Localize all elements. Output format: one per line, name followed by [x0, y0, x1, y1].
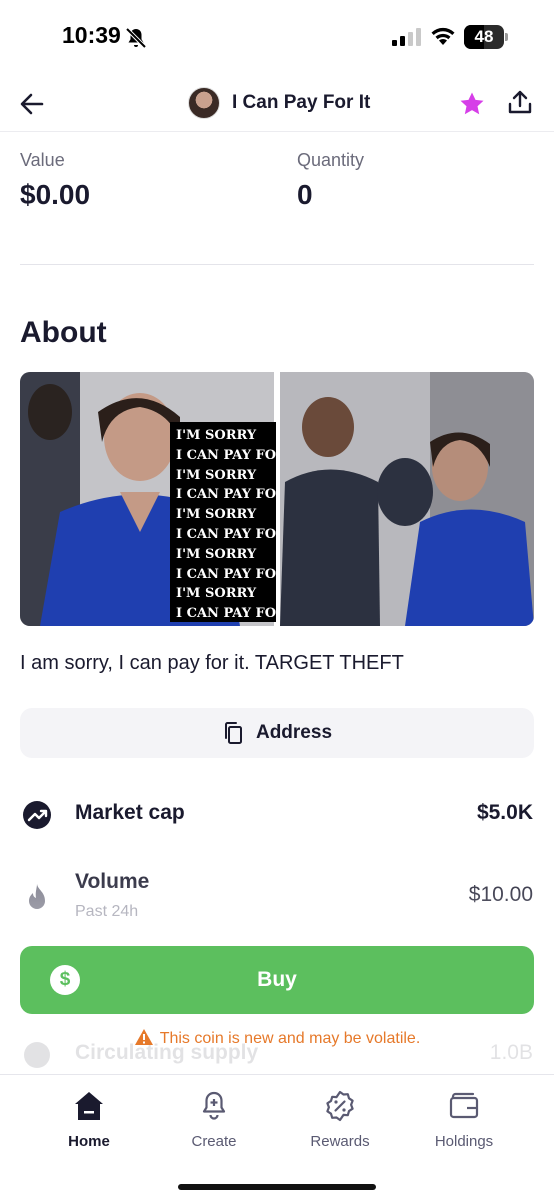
home-indicator[interactable]	[178, 1184, 376, 1190]
market-cap-value: $5.0K	[476, 801, 533, 824]
tab-create[interactable]: Create	[164, 1089, 264, 1150]
tab-label: Holdings	[434, 1133, 494, 1150]
meme-caption-line: I'M SORRY	[176, 507, 257, 523]
tab-label: Home	[68, 1133, 110, 1150]
meme-caption-line: I'M SORRY	[176, 428, 257, 443]
quantity-label: Quantity	[297, 150, 365, 170]
warning-text: This coin is new and may be volatile.	[159, 1030, 421, 1047]
star-icon[interactable]	[458, 90, 486, 118]
coin-image: I'M SORRY I CAN PAY FOR IT I'M SORRY I C…	[20, 372, 534, 626]
coin-description: I am sorry, I can pay for it. TARGET THE…	[20, 652, 404, 674]
value-amount: $0.00	[20, 179, 91, 210]
flame-icon	[29, 884, 45, 909]
status-time: 10:39	[62, 22, 121, 48]
value-label: Value	[20, 150, 65, 170]
market-cap-label: Market cap	[75, 801, 185, 824]
dollar-icon: $	[50, 965, 80, 995]
tab-label: Rewards	[310, 1133, 370, 1150]
meme-caption-line: I CAN PAY FOR I	[176, 487, 276, 503]
wallet-icon	[449, 1092, 479, 1119]
battery-icon: 48	[464, 25, 508, 49]
tab-rewards[interactable]: Rewards	[290, 1089, 390, 1150]
meme-right-illustration	[280, 372, 534, 626]
meme-caption: I'M SORRY I CAN PAY FOR IT I'M SORRY I C…	[170, 422, 276, 622]
volume-value: $10.00	[468, 883, 533, 906]
volume-sub: Past 24h	[75, 903, 139, 920]
copy-icon	[224, 722, 242, 744]
quantity-amount: 0	[297, 179, 313, 210]
market-cap-icon	[23, 801, 51, 829]
tab-label: Create	[191, 1133, 237, 1150]
wifi-icon	[431, 27, 455, 45]
meme-caption-line: I'M SORRY	[176, 546, 257, 562]
meme-caption-line: I'M SORRY	[176, 467, 257, 483]
home-icon	[75, 1092, 103, 1120]
tab-home[interactable]: Home	[39, 1089, 139, 1150]
meme-caption-line: I'M SORRY	[176, 586, 257, 602]
about-heading: About	[20, 316, 107, 349]
coin-avatar	[188, 87, 220, 119]
battery-percent: 48	[474, 27, 494, 46]
meme-caption-line: I CAN PAY FOR	[176, 526, 276, 542]
meme-caption-line: I CAN PAY FOR	[176, 566, 276, 582]
buy-label: Buy	[257, 968, 297, 991]
bottom-tab-bar: Home Create Rewards Holdings	[0, 1074, 554, 1200]
cellular-signal-icon	[392, 28, 421, 46]
meme-panel-right	[280, 372, 534, 626]
buy-button[interactable]: $ Buy	[20, 946, 534, 1014]
meme-panel-left: I'M SORRY I CAN PAY FOR IT I'M SORRY I C…	[20, 372, 276, 626]
bell-slash-icon	[125, 27, 147, 49]
meme-caption-line: I CAN PAY FOR IT	[176, 447, 276, 463]
divider	[20, 264, 534, 265]
meme-caption-line: I CAN PAY FOR	[176, 606, 276, 622]
status-bar: 10:39 48	[0, 0, 554, 74]
address-button[interactable]: Address	[20, 708, 534, 758]
volatility-warning: This coin is new and may be volatile.	[0, 1028, 554, 1048]
bell-icon	[202, 1091, 226, 1120]
badge-percent-icon	[326, 1090, 354, 1122]
coin-header: I Can Pay For It	[0, 74, 554, 132]
back-arrow-icon[interactable]	[18, 90, 46, 118]
volume-label: Volume	[75, 870, 150, 893]
page-title: I Can Pay For It	[232, 92, 371, 113]
address-label: Address	[255, 722, 333, 743]
tab-holdings[interactable]: Holdings	[414, 1089, 514, 1150]
warning-icon	[134, 1029, 153, 1045]
header-coin-title: I Can Pay For It	[188, 86, 370, 120]
share-icon[interactable]	[507, 89, 533, 117]
